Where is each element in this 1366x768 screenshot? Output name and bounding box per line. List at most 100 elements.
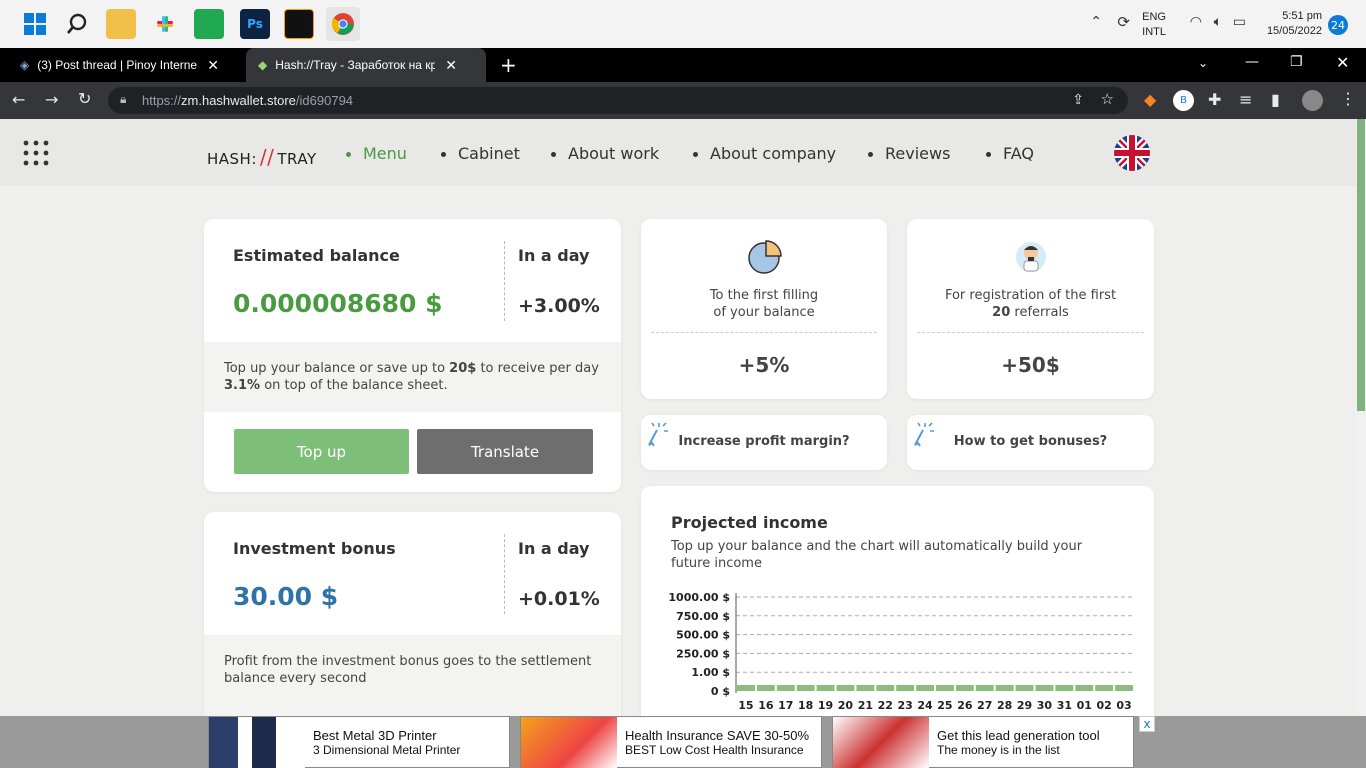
tab-pinoy-internet[interactable]: ◈ (3) Post thread | Pinoy Internet an ✕: [8, 48, 244, 82]
promo-line: of your balance: [713, 305, 815, 320]
x-tick-label: 20: [838, 699, 854, 712]
translate-button[interactable]: Translate: [417, 429, 593, 474]
lock-icon[interactable]: 🔒︎: [120, 92, 126, 107]
side-panel-icon[interactable]: ▮: [1271, 90, 1280, 109]
get-bonuses-link[interactable]: How to get bonuses?: [907, 415, 1154, 470]
get-bonuses-label: How to get bonuses?: [953, 434, 1108, 449]
pie-chart-icon: [747, 239, 783, 279]
tab-search-icon[interactable]: ⌄: [1198, 56, 1208, 70]
browser-tab-strip: ◈ (3) Post thread | Pinoy Internet an ✕ …: [0, 48, 1366, 82]
x-tick-label: 21: [858, 699, 873, 712]
chart-bar: [1075, 685, 1094, 691]
photoshop-icon[interactable]: Ps: [240, 9, 270, 39]
x-tick-label: 29: [1017, 699, 1032, 712]
referrals-text: For registration of the first 20 referra…: [907, 287, 1154, 321]
nav-item-faq[interactable]: FAQ: [986, 144, 1034, 163]
chevron-up-icon[interactable]: ⌃: [1090, 14, 1102, 30]
notification-badge[interactable]: 24: [1328, 15, 1348, 35]
hashtray-favicon-icon: ◆: [258, 58, 268, 72]
y-tick-label: 500.00 $: [676, 629, 730, 642]
maximize-icon[interactable]: ❐: [1290, 54, 1303, 70]
divider: [651, 332, 877, 333]
ad-image: [521, 717, 617, 768]
estimated-balance-value: 0.000008680 $: [233, 289, 443, 318]
first-filling-value: +5%: [738, 353, 790, 377]
close-tab-icon[interactable]: ✕: [207, 57, 219, 74]
pornhub-app-icon[interactable]: [284, 9, 314, 39]
file-explorer-icon[interactable]: [106, 9, 136, 39]
scrollbar[interactable]: [1356, 119, 1366, 716]
estimated-balance-card: Estimated balance 0.000008680 $ In a day…: [204, 219, 621, 492]
language-label[interactable]: ENG: [1142, 10, 1166, 25]
nav-item-about-work[interactable]: About work: [551, 144, 659, 163]
bullet-icon: [346, 152, 351, 157]
balance-note: Top up your balance or save up to 20$ to…: [204, 342, 621, 412]
chrome-icon[interactable]: [326, 7, 360, 41]
url-scheme: https://: [142, 93, 182, 108]
reload-icon[interactable]: ↻: [78, 89, 91, 108]
windows-start-icon[interactable]: [20, 9, 50, 39]
x-tick-label: 27: [977, 699, 992, 712]
new-tab-button[interactable]: +: [500, 53, 517, 77]
site-favicon-icon: ◈: [20, 58, 30, 72]
tab-title: Hash://Tray - Заработок на крипт: [275, 58, 436, 72]
divider: [504, 534, 505, 614]
clock-time[interactable]: 5:51 pm: [1267, 9, 1322, 24]
top-up-button[interactable]: Top up: [234, 429, 409, 474]
close-window-icon[interactable]: ✕: [1336, 53, 1349, 72]
x-tick-label: 15: [738, 699, 753, 712]
url-host: zm.hashwallet.store: [181, 93, 296, 108]
forward-icon[interactable]: →: [45, 90, 58, 109]
bonus-daily-rate: +0.01%: [518, 588, 600, 610]
browser-toolbar: ← → ↻ 🔒︎ https:// zm.hashwallet.store /i…: [0, 82, 1366, 119]
wifi-icon[interactable]: ◠: [1190, 14, 1202, 30]
uk-flag-icon[interactable]: [1114, 135, 1150, 171]
x-tick-label: 31: [1057, 699, 1072, 712]
address-bar[interactable]: 🔒︎ https:// zm.hashwallet.store /id69079…: [108, 87, 1128, 114]
ad-image: [209, 717, 305, 768]
extensions-puzzle-icon[interactable]: ✚: [1208, 90, 1221, 109]
y-tick-label: 250.00 $: [676, 647, 730, 660]
grid-menu-icon[interactable]: [23, 140, 49, 166]
share-icon[interactable]: ⇪: [1072, 91, 1084, 108]
menu-kebab-icon[interactable]: ⋮: [1340, 89, 1356, 108]
chart-bar: [856, 685, 875, 691]
scrollbar-thumb[interactable]: [1357, 119, 1365, 411]
slack-icon[interactable]: [150, 9, 180, 39]
back-icon[interactable]: ←: [12, 90, 25, 109]
metamask-extension-icon[interactable]: ◆: [1144, 90, 1156, 109]
profile-avatar[interactable]: B: [1173, 90, 1194, 111]
note-amount: 20$: [449, 361, 477, 376]
chart-bar: [876, 685, 895, 691]
nav-item-reviews[interactable]: Reviews: [868, 144, 950, 163]
ad-close-button[interactable]: x: [1139, 716, 1155, 732]
ad-3d-printer[interactable]: Best Metal 3D Printer 3 Dimensional Meta…: [208, 716, 510, 768]
nav-item-about-company[interactable]: About company: [693, 144, 836, 163]
increase-profit-label: Increase profit margin?: [678, 434, 850, 449]
volume-icon[interactable]: 🔈︎: [1214, 14, 1222, 30]
chat-app-icon[interactable]: [194, 9, 224, 39]
sync-icon[interactable]: ⟳: [1117, 13, 1130, 31]
close-tab-icon[interactable]: ✕: [445, 57, 457, 74]
nav-item-menu[interactable]: Menu: [346, 144, 407, 163]
search-icon[interactable]: [62, 9, 92, 39]
media-control-icon[interactable]: ≡: [1239, 90, 1252, 109]
ad-description: BEST Low Cost Health Insurance: [625, 743, 804, 757]
tab-hashtray[interactable]: ◆ Hash://Tray - Заработок на крипт ✕: [246, 48, 486, 82]
in-a-day-label: In a day: [518, 246, 590, 265]
clock-date[interactable]: 15/05/2022: [1267, 24, 1322, 39]
battery-icon[interactable]: ▭: [1233, 14, 1246, 30]
x-tick-label: 24: [917, 699, 933, 712]
minimize-icon[interactable]: —: [1245, 54, 1259, 70]
bookmark-star-icon[interactable]: ☆: [1101, 90, 1114, 108]
note-text: Top up your balance or save up to: [224, 361, 450, 376]
site-logo[interactable]: HASH://TRAY: [207, 145, 317, 169]
keyboard-layout-label[interactable]: INTL: [1142, 25, 1166, 40]
user-avatar[interactable]: [1302, 90, 1323, 111]
ad-health-insurance[interactable]: Health Insurance SAVE 30-50% BEST Low Co…: [520, 716, 822, 768]
increase-profit-link[interactable]: Increase profit margin?: [641, 415, 887, 470]
investment-bonus-label: Investment bonus: [233, 539, 396, 558]
ad-lead-generation[interactable]: Get this lead generation tool The money …: [832, 716, 1134, 768]
nav-label: About company: [710, 144, 837, 163]
nav-item-cabinet[interactable]: Cabinet: [441, 144, 520, 163]
